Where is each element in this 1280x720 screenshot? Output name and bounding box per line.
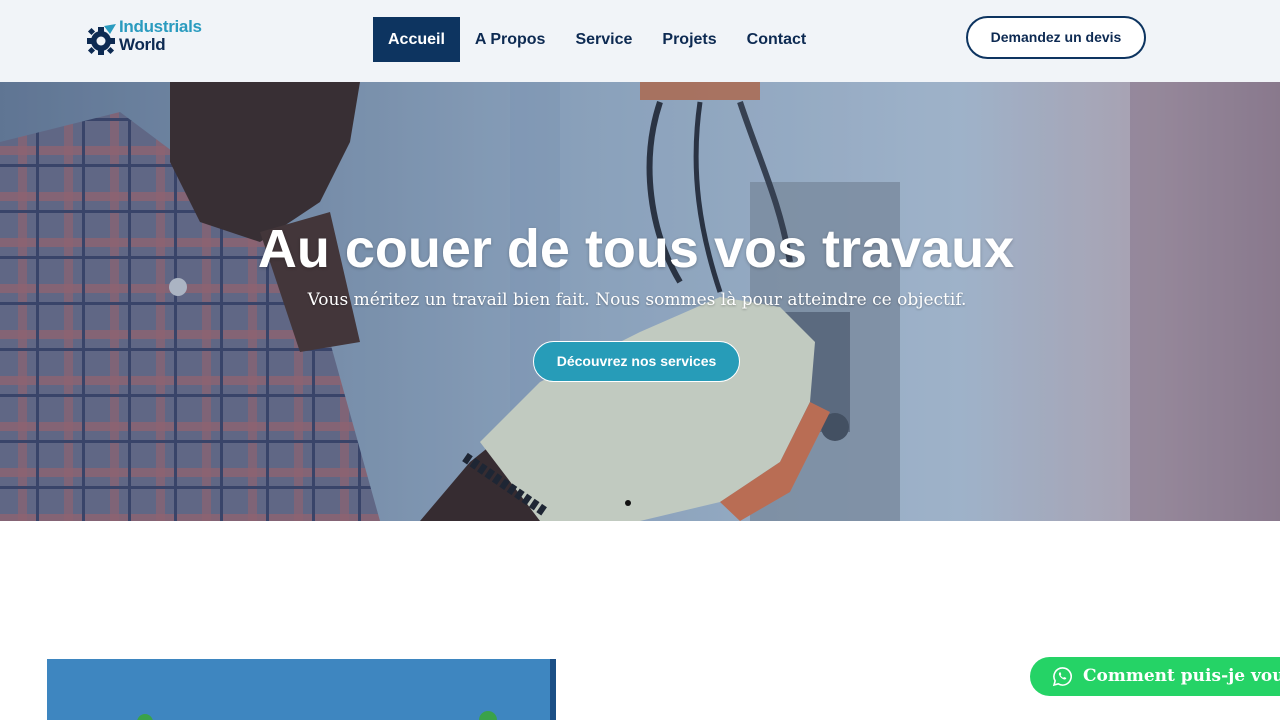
hero-title: Au couer de tous vos travaux xyxy=(257,219,1015,279)
whatsapp-icon xyxy=(1052,667,1072,687)
logo-line-2: World xyxy=(119,35,166,54)
hero-subtitle: Vous méritez un travail bien fait. Nous … xyxy=(307,290,967,310)
logo-text: Industrials World xyxy=(119,18,202,54)
nav-item-a-propos[interactable]: A Propos xyxy=(460,17,561,62)
nav-item-contact[interactable]: Contact xyxy=(732,17,822,62)
section-image-edge xyxy=(550,659,556,720)
nav-item-service[interactable]: Service xyxy=(560,17,647,62)
hero-slider: Au couer de tous vos travaux Vous mérite… xyxy=(0,82,1280,521)
plant-shape xyxy=(479,711,497,720)
main-nav: Accueil A Propos Service Projets Contact xyxy=(373,17,821,62)
logo[interactable]: Industrials World xyxy=(86,18,216,58)
logo-line-1: Industrials xyxy=(119,17,202,36)
whatsapp-label: Comment puis-je vous xyxy=(1083,666,1280,686)
plant-shape xyxy=(137,714,153,720)
nav-item-projets[interactable]: Projets xyxy=(647,17,731,62)
section-image xyxy=(47,659,556,720)
site-header: Industrials World Accueil A Propos Servi… xyxy=(0,0,1280,82)
whatsapp-chat-button[interactable]: Comment puis-je vous xyxy=(1030,657,1280,696)
nav-item-accueil[interactable]: Accueil xyxy=(373,17,460,62)
gear-logo-icon xyxy=(87,24,116,55)
discover-services-button[interactable]: Découvrez nos services xyxy=(533,341,740,382)
slider-dot[interactable] xyxy=(625,500,631,506)
request-quote-button[interactable]: Demandez un devis xyxy=(966,16,1146,59)
